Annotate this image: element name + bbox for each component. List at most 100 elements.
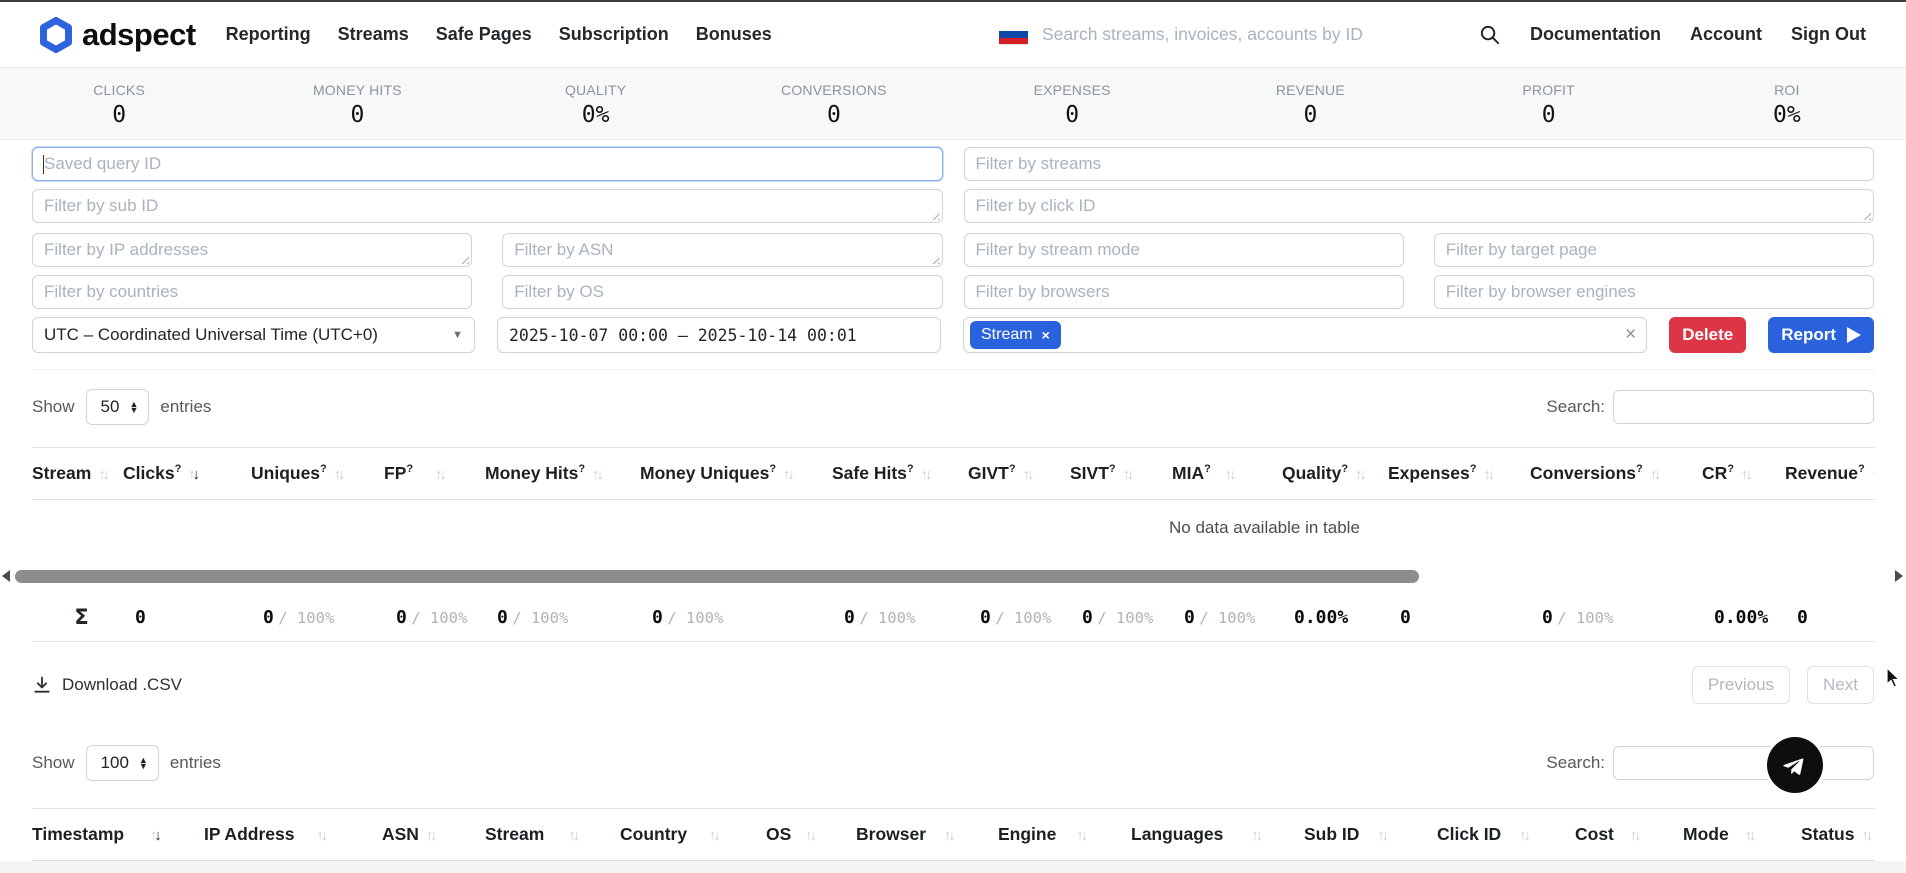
nav-streams[interactable]: Streams xyxy=(338,24,409,45)
click-log-table: Timestamp↑↓ IP Address↑↓ ASN↑↓ Stream↑↓ … xyxy=(32,808,1875,861)
report-table-header-row: Stream↑↓ Clicks?↑↓ Uniques?↑↓ FP?↑↓ Mone… xyxy=(32,448,1875,500)
column-header-fp[interactable]: FP?↑↓ xyxy=(384,448,485,500)
scroll-right-arrow-icon[interactable] xyxy=(1895,570,1903,582)
filter-ip-addresses-textarea[interactable]: Filter by IP addresses xyxy=(32,233,472,267)
nav-bonuses[interactable]: Bonuses xyxy=(696,24,772,45)
resize-grip-icon[interactable] xyxy=(930,210,940,220)
stream-multiselect[interactable]: Stream × × xyxy=(963,317,1647,353)
column-header-money-uniques[interactable]: Money Uniques?↑↓ xyxy=(640,448,832,500)
empty-table-row: No data available in table xyxy=(32,500,1875,559)
column-header-clicks[interactable]: Clicks?↑↓ xyxy=(123,448,251,500)
column-header-mode[interactable]: Mode↑↓ xyxy=(1683,809,1801,861)
column-header-mia[interactable]: MIA?↑↓ xyxy=(1172,448,1282,500)
select-arrows-icon: ▲▼ xyxy=(129,401,138,413)
nav-documentation[interactable]: Documentation xyxy=(1530,24,1661,45)
filter-browser-engines-input[interactable]: Filter by browser engines xyxy=(1434,275,1874,309)
column-header-uniques[interactable]: Uniques?↑↓ xyxy=(251,448,384,500)
column-header-languages[interactable]: Languages↑↓ xyxy=(1131,809,1304,861)
page-size-select[interactable]: 100 ▲▼ xyxy=(86,745,159,781)
summary-quality: 0.00% xyxy=(1282,601,1388,642)
column-header-timestamp[interactable]: Timestamp↑↓ xyxy=(32,809,204,861)
tag-remove-icon[interactable]: × xyxy=(1042,327,1050,343)
filter-asn-textarea[interactable]: Filter by ASN xyxy=(502,233,942,267)
column-header-asn[interactable]: ASN↑↓ xyxy=(382,809,485,861)
summary-givt: 0 / 100% xyxy=(968,601,1070,642)
column-header-safe-hits[interactable]: Safe Hits?↑↓ xyxy=(832,448,968,500)
filter-browsers-input[interactable]: Filter by browsers xyxy=(964,275,1404,309)
column-header-browser[interactable]: Browser↑↓ xyxy=(856,809,998,861)
report-table: Stream↑↓ Clicks?↑↓ Uniques?↑↓ FP?↑↓ Mone… xyxy=(32,447,1875,558)
column-header-engine[interactable]: Engine↑↓ xyxy=(998,809,1131,861)
date-range-input[interactable]: 2025-10-07 00:00 – 2025-10-14 00:01 xyxy=(497,317,941,353)
search-label: Search: xyxy=(1546,397,1605,417)
column-header-status[interactable]: Status↑↓ xyxy=(1801,809,1875,861)
telegram-button[interactable] xyxy=(1767,737,1823,793)
stat-value: 0 xyxy=(350,102,364,128)
filter-target-page-input[interactable]: Filter by target page xyxy=(1434,233,1874,267)
brand-logo[interactable]: adspect xyxy=(39,17,196,53)
nav-sign-out[interactable]: Sign Out xyxy=(1791,24,1866,45)
column-header-sub-id[interactable]: Sub ID↑↓ xyxy=(1304,809,1437,861)
download-csv-button[interactable]: Download .CSV xyxy=(32,675,182,695)
stats-band: CLICKS 0 MONEY HITS 0 QUALITY 0% CONVERS… xyxy=(0,67,1906,140)
language-flag-russia[interactable] xyxy=(999,25,1028,45)
timezone-select[interactable]: UTC – Coordinated Universal Time (UTC+0)… xyxy=(32,317,475,353)
filter-os-input[interactable]: Filter by OS xyxy=(502,275,942,309)
sort-icons: ↑↓ xyxy=(426,828,435,844)
filter-stream-mode-input[interactable]: Filter by stream mode xyxy=(964,233,1404,267)
column-header-stream[interactable]: Stream↑↓ xyxy=(32,448,123,500)
page-size-select[interactable]: 50 ▲▼ xyxy=(86,389,150,425)
resize-grip-icon[interactable] xyxy=(459,254,469,264)
click-log-search-input[interactable] xyxy=(1613,746,1874,780)
filter-countries-input[interactable]: Filter by countries xyxy=(32,275,472,309)
stat-profit: PROFIT 0 xyxy=(1430,68,1668,139)
nav-subscription[interactable]: Subscription xyxy=(559,24,669,45)
column-header-os[interactable]: OS↑↓ xyxy=(766,809,856,861)
resize-grip-icon[interactable] xyxy=(1861,210,1871,220)
resize-grip-icon[interactable] xyxy=(930,254,940,264)
nav-account[interactable]: Account xyxy=(1690,24,1762,45)
nav-safe-pages[interactable]: Safe Pages xyxy=(436,24,532,45)
previous-page-button[interactable]: Previous xyxy=(1692,666,1790,704)
scroll-left-arrow-icon[interactable] xyxy=(2,570,10,582)
sort-icons: ↑↓ xyxy=(1861,828,1870,844)
column-header-ip-address[interactable]: IP Address↑↓ xyxy=(204,809,382,861)
report-button[interactable]: Report xyxy=(1768,317,1874,353)
column-header-givt[interactable]: GIVT?↑↓ xyxy=(968,448,1070,500)
horizontal-scrollbar-thumb[interactable] xyxy=(15,570,1419,583)
selected-stream-tag[interactable]: Stream × xyxy=(970,321,1061,349)
sort-icons: ↑↓ xyxy=(1225,467,1234,483)
report-table-search-input[interactable] xyxy=(1613,390,1874,424)
stat-quality: QUALITY 0% xyxy=(477,68,715,139)
column-header-expenses[interactable]: Expenses?↑↓ xyxy=(1388,448,1530,500)
column-header-revenue[interactable]: Revenue?↑↓ xyxy=(1785,448,1875,500)
summary-safe-hits: 0 / 100% xyxy=(832,601,968,642)
next-page-button[interactable]: Next xyxy=(1807,666,1874,704)
show-label: Show xyxy=(32,397,75,417)
saved-query-id-input[interactable]: Saved query ID xyxy=(32,147,943,181)
column-header-quality[interactable]: Quality?↑↓ xyxy=(1282,448,1388,500)
column-header-sivt[interactable]: SIVT?↑↓ xyxy=(1070,448,1172,500)
column-header-cr[interactable]: CR?↑↓ xyxy=(1702,448,1785,500)
clear-selection-icon[interactable]: × xyxy=(1625,324,1636,346)
column-header-cost[interactable]: Cost↑↓ xyxy=(1575,809,1683,861)
nav-reporting[interactable]: Reporting xyxy=(226,24,311,45)
stat-label: MONEY HITS xyxy=(313,82,402,98)
filter-streams-input[interactable]: Filter by streams xyxy=(964,147,1875,181)
column-header-stream[interactable]: Stream↑↓ xyxy=(485,809,620,861)
report-table-footer: Download .CSV Previous Next xyxy=(0,665,1906,704)
column-header-country[interactable]: Country↑↓ xyxy=(620,809,766,861)
column-header-conversions[interactable]: Conversions?↑↓ xyxy=(1530,448,1702,500)
column-header-money-hits[interactable]: Money Hits?↑↓ xyxy=(485,448,640,500)
search-icon[interactable] xyxy=(1478,23,1501,46)
stat-label: EXPENSES xyxy=(1034,82,1111,98)
delete-button[interactable]: Delete xyxy=(1669,317,1746,353)
stat-value: 0 xyxy=(1303,102,1317,128)
filter-click-id-textarea[interactable]: Filter by click ID xyxy=(964,189,1875,223)
sort-icons: ↑↓ xyxy=(568,828,577,844)
column-header-click-id[interactable]: Click ID↑↓ xyxy=(1437,809,1575,861)
global-search-input[interactable] xyxy=(1042,24,1472,45)
entries-label: entries xyxy=(170,753,221,773)
sort-icons: ↑↓ xyxy=(1123,467,1132,483)
filter-sub-id-textarea[interactable]: Filter by sub ID xyxy=(32,189,943,223)
